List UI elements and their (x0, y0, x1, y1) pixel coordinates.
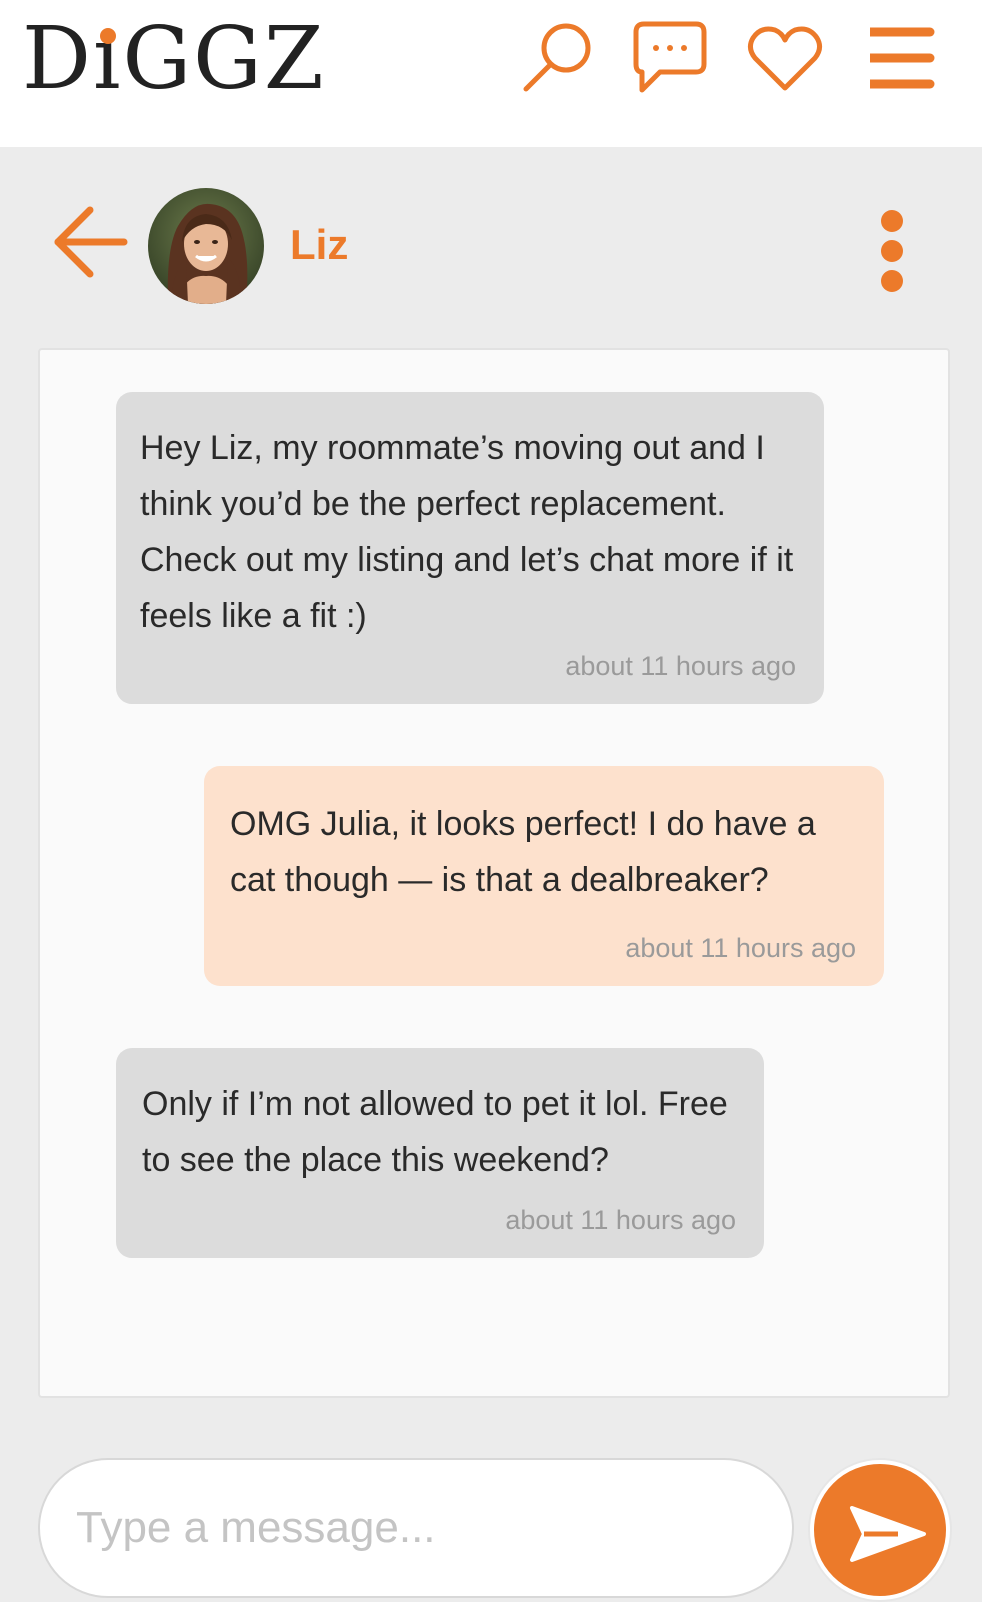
message-timestamp: about 11 hours ago (505, 1205, 736, 1235)
heart-icon[interactable] (745, 18, 825, 98)
message-bubble-incoming: Only if I’m not allowed to pet it lol. F… (116, 1048, 764, 1258)
back-arrow-icon[interactable] (52, 202, 132, 282)
search-icon[interactable] (520, 18, 600, 98)
message-bubble-outgoing: OMG Julia, it looks perfect! I do have a… (204, 766, 884, 986)
message-text: Hey Liz, my roommate’s moving out and I … (140, 429, 794, 635)
message-text: OMG Julia, it looks perfect! I do have a… (230, 805, 816, 899)
contact-name[interactable]: Liz (290, 220, 348, 270)
message-thread: Hey Liz, my roommate’s moving out and I … (38, 348, 950, 1398)
logo-dot: ı (92, 9, 123, 109)
message-timestamp: about 11 hours ago (625, 933, 856, 963)
message-composer (38, 1458, 794, 1598)
message-text: Only if I’m not allowed to pet it lol. F… (142, 1085, 728, 1179)
message-input[interactable] (40, 1460, 792, 1596)
conversation-header: Liz (0, 180, 982, 310)
more-options-icon[interactable] (872, 210, 912, 300)
menu-icon[interactable] (857, 18, 950, 98)
top-bar: DıGGZ (0, 0, 982, 147)
chat-icon[interactable] (630, 18, 710, 98)
avatar[interactable] (148, 188, 264, 304)
send-icon (850, 1506, 926, 1562)
diggz-logo[interactable]: DıGGZ (22, 14, 326, 104)
message-timestamp: about 11 hours ago (565, 651, 796, 681)
message-bubble-incoming: Hey Liz, my roommate’s moving out and I … (116, 392, 824, 704)
send-button[interactable] (810, 1460, 950, 1600)
